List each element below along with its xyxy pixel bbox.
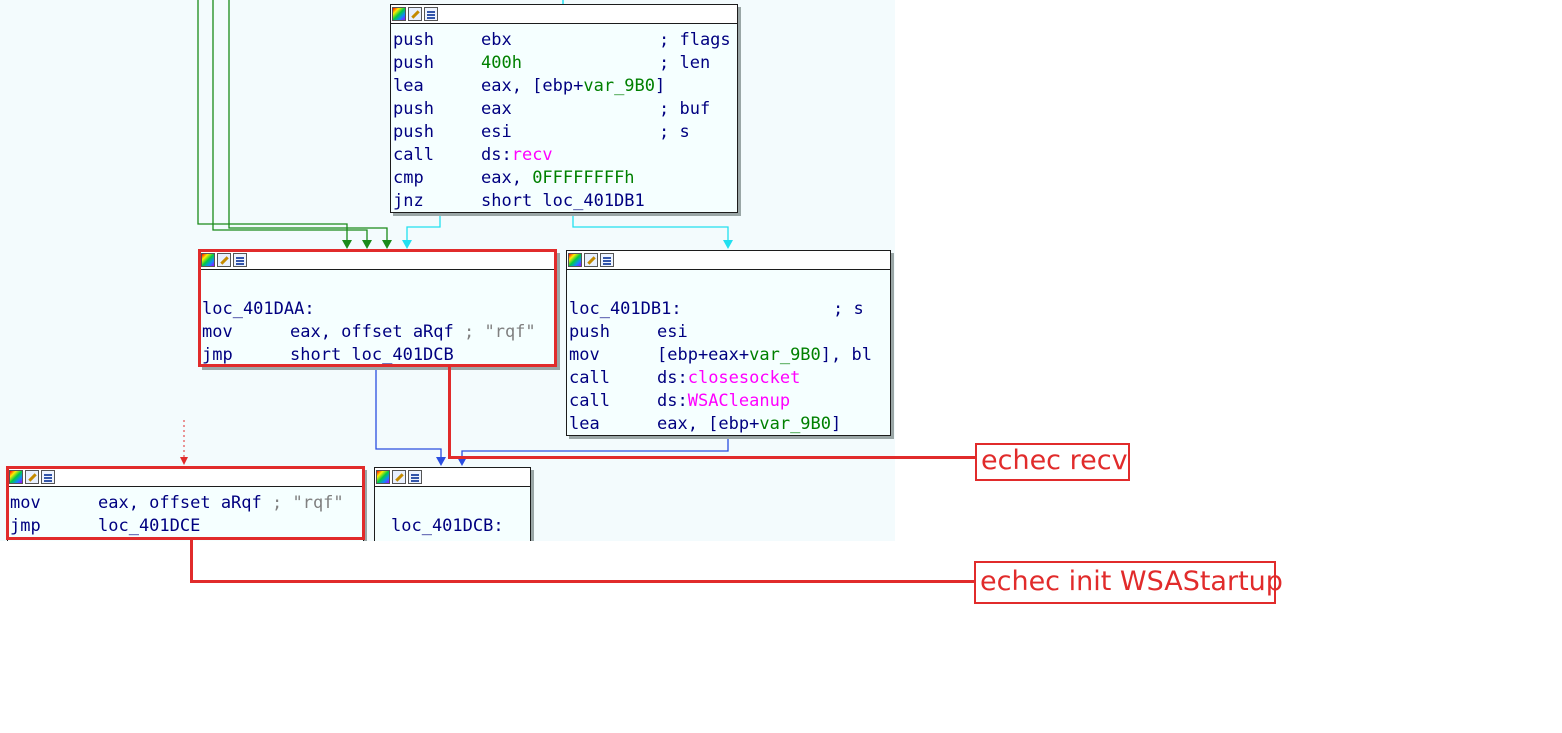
asm-line[interactable]: lea eax, [ebp+var_9B0]	[393, 75, 737, 98]
arrowhead-red	[180, 457, 188, 465]
edge-green-1	[197, 0, 348, 241]
asm-line[interactable]: call ds:closesocket	[569, 367, 890, 390]
asm-line[interactable]: push ebx; flags	[393, 29, 737, 52]
asm-label[interactable]: loc_401DB1:; s	[569, 298, 890, 321]
graph-overview-icon[interactable]	[233, 253, 247, 267]
arrowhead-green-2	[362, 240, 372, 249]
asm-line[interactable]: call ds:recv	[393, 144, 737, 167]
rename-icon[interactable]	[25, 470, 39, 484]
annotation-recv-fail: echec recv	[975, 443, 1130, 481]
block-loc-401db1[interactable]: loc_401DB1:; s push esi mov [ebp+eax+var_9…	[566, 250, 891, 436]
rename-icon[interactable]	[584, 253, 598, 267]
block-header	[8, 468, 363, 487]
annotation-wsastartup-fail: echec init WSAStartup	[974, 561, 1283, 604]
graph-overview-icon[interactable]	[600, 253, 614, 267]
asm-line[interactable]: mov eax, offset aRqf ; "rqf"	[202, 321, 556, 344]
edge-cyan-left	[406, 212, 441, 241]
rename-icon[interactable]	[217, 253, 231, 267]
asm-line[interactable]: call ds:WSACleanup	[569, 390, 890, 413]
asm-line[interactable]: push esi	[569, 321, 890, 344]
asm-line[interactable]: jnz short loc_401DB1	[393, 190, 737, 212]
palette-icon[interactable]	[392, 7, 406, 21]
edge-green-3	[228, 0, 388, 241]
palette-icon[interactable]	[9, 470, 23, 484]
asm-line[interactable]: mov [ebp+eax+var_9B0], bl	[569, 344, 890, 367]
connector-wsa-vertical	[190, 540, 193, 583]
graph-overview-icon[interactable]	[41, 470, 55, 484]
asm-line[interactable]: jmp short loc_401DCB	[202, 344, 556, 366]
block-header	[375, 468, 530, 487]
block-loc-401dcb[interactable]: loc_401DCB:	[374, 467, 531, 541]
edge-blue-right	[461, 435, 729, 458]
asm-line[interactable]: mov eax, offset aRqf ; "rqf"	[10, 492, 363, 515]
asm-line[interactable]: push 400h; len	[393, 52, 737, 75]
asm-line[interactable]: lea eax, [ebp+var_9B0]	[569, 413, 890, 435]
edge-green-2	[212, 0, 368, 241]
arrowhead-green-1	[342, 240, 352, 249]
asm-line-blank	[391, 492, 530, 515]
block-header	[391, 5, 737, 24]
asm-line[interactable]: push esi; s	[393, 121, 737, 144]
edge-blue-left	[375, 366, 442, 458]
edge-cyan-right	[572, 212, 729, 241]
palette-icon[interactable]	[568, 253, 582, 267]
arrowhead-green-3	[382, 240, 392, 249]
palette-icon[interactable]	[376, 470, 390, 484]
rename-icon[interactable]	[408, 7, 422, 21]
graph-overview-icon[interactable]	[408, 470, 422, 484]
graph-overview-icon[interactable]	[424, 7, 438, 21]
connector-wsa-horizontal	[190, 580, 976, 583]
asm-line-blank	[569, 275, 890, 298]
asm-line[interactable]: push eax; buf	[393, 98, 737, 121]
asm-label[interactable]: loc_401DAA:	[202, 298, 556, 321]
ida-graph-view[interactable]: push ebx; flags push 400h; len lea eax, [eb…	[0, 0, 895, 541]
block-header	[567, 251, 890, 270]
rename-icon[interactable]	[392, 470, 406, 484]
block-loc-401daa[interactable]: loc_401DAA: mov eax, offset aRqf ; "rqf" …	[199, 250, 557, 367]
asm-label[interactable]: loc_401DCB:	[391, 515, 530, 538]
arrowhead-cyan-right	[723, 240, 733, 249]
arrowhead-blue-left	[436, 457, 446, 466]
block-header	[200, 251, 556, 270]
connector-recv-vertical	[448, 367, 451, 458]
arrowhead-cyan-left	[402, 240, 412, 249]
asm-line[interactable]: jmp loc_401DCE	[10, 515, 363, 538]
connector-recv-horizontal	[448, 456, 977, 459]
block-wsastartup-fail[interactable]: mov eax, offset aRqf ; "rqf" jmp loc_401DC…	[7, 467, 364, 541]
block-recv-call[interactable]: push ebx; flags push 400h; len lea eax, [eb…	[390, 4, 738, 213]
asm-line[interactable]: cmp eax, 0FFFFFFFFh	[393, 167, 737, 190]
palette-icon[interactable]	[201, 253, 215, 267]
asm-line-blank	[202, 275, 556, 298]
